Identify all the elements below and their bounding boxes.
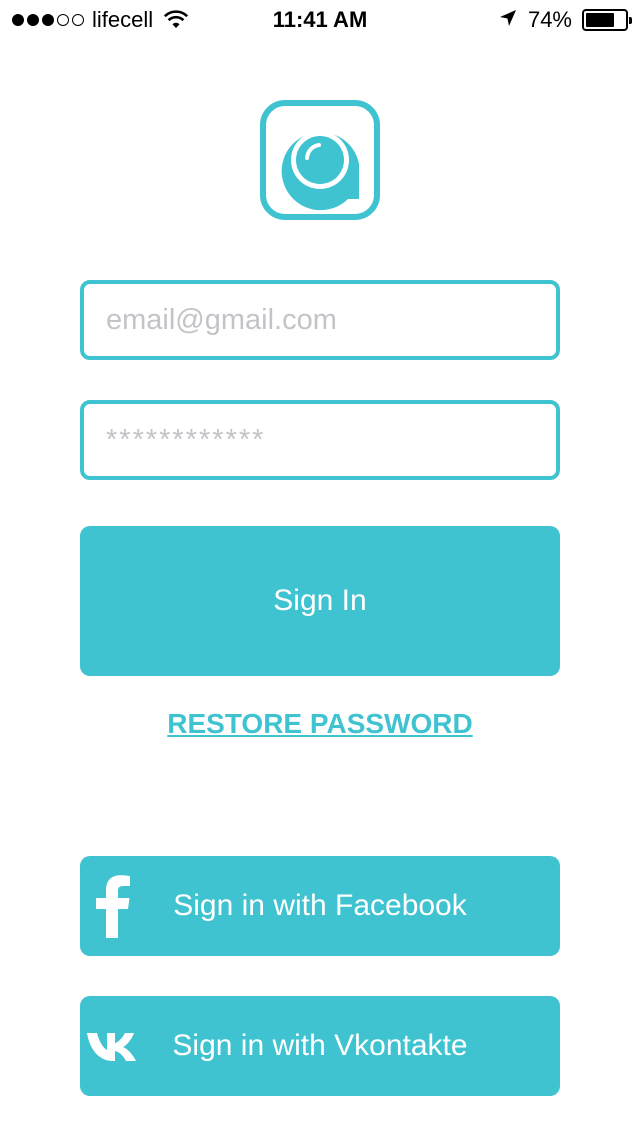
sign-in-button[interactable]: Sign In	[80, 526, 560, 676]
email-field[interactable]	[106, 303, 534, 337]
vkontakte-sign-in-button[interactable]: Sign in with Vkontakte	[80, 996, 560, 1096]
battery-level	[586, 13, 615, 27]
location-arrow-icon	[498, 8, 518, 33]
password-field[interactable]	[106, 423, 534, 457]
status-right: 74%	[498, 7, 632, 33]
battery-icon	[582, 9, 632, 31]
status-bar: lifecell 11:41 AM 74%	[0, 0, 640, 40]
facebook-icon	[96, 856, 130, 956]
facebook-sign-in-button[interactable]: Sign in with Facebook	[80, 856, 560, 956]
app-logo-icon	[260, 100, 380, 220]
vk-icon	[86, 996, 140, 1096]
restore-password-link[interactable]: RESTORE PASSWORD	[0, 708, 640, 740]
vkontakte-sign-in-label: Sign in with Vkontakte	[172, 1029, 468, 1062]
email-field-box	[80, 280, 560, 360]
sign-in-label: Sign In	[273, 584, 367, 617]
battery-percent: 74%	[527, 7, 572, 32]
login-screen: lifecell 11:41 AM 74% email@gmail.com Si…	[0, 0, 640, 1136]
facebook-sign-in-label: Sign in with Facebook	[173, 889, 467, 922]
password-field-box	[80, 400, 560, 480]
